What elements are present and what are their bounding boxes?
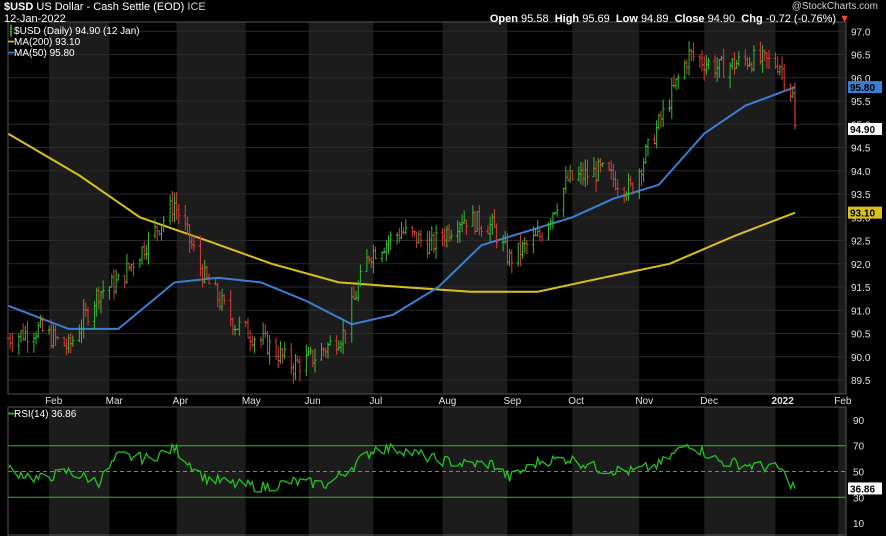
stock-chart: Feb Mar Apr May Jun Jul Aug Sep Oct Nov Dec 2022 Feb… <box>6 21 882 536</box>
high-label: High <box>554 13 580 25</box>
price-tag-label: 94.90 <box>850 125 875 136</box>
chart-title: $USD US Dollar - Cash Settle (EOD) ICE <box>4 1 206 13</box>
y-tick-label: 91.5 <box>851 283 871 294</box>
chg-value: -0.72 (-0.76%) <box>765 13 837 25</box>
y-tick-label: 94.0 <box>851 167 871 178</box>
x-tick-label: Jun <box>305 396 321 407</box>
legend-ma200: ━MA(200) 93.10 <box>8 37 140 48</box>
y-tick-label: 91.0 <box>851 306 871 317</box>
open-label: Open <box>489 13 518 25</box>
x-tick-label: May <box>242 396 261 407</box>
y-tick-label: 93.5 <box>851 190 871 201</box>
rsi-tick-label: 10 <box>853 519 865 530</box>
rsi-legend: ━RSI(14) 36.86 <box>8 409 76 420</box>
ohlc-readout: Open 95.58 High 95.69 Low 94.89 Close 94… <box>490 13 850 25</box>
price-tag-label: 93.10 <box>850 209 875 220</box>
month-bands <box>8 22 846 536</box>
x-tick-label: Jul <box>369 396 382 407</box>
x-tick-label: Feb <box>834 396 852 407</box>
x-tick-label: 2022 <box>772 396 795 407</box>
x-tick-label: Sep <box>503 396 521 407</box>
legend-ma200-label: MA(200) 93.10 <box>14 37 81 48</box>
exchange: ICE <box>187 1 206 13</box>
x-tick-label: Apr <box>173 396 189 407</box>
rsi-value-label: 36.86 <box>850 484 875 495</box>
low-label: Low <box>615 13 638 25</box>
legend-price: ┃$USD (Daily) 94.90 (12 Jan) <box>8 26 140 37</box>
x-tick-label: Aug <box>439 396 457 407</box>
down-arrow-icon: ▼ <box>839 13 850 25</box>
x-tick-label: Oct <box>568 396 584 407</box>
chg-label: Chg <box>741 13 763 25</box>
y-tick-label: 92.5 <box>851 237 871 248</box>
x-tick-label: Nov <box>635 396 653 407</box>
x-tick-label: Mar <box>106 396 124 407</box>
x-tick-label: Feb <box>45 396 63 407</box>
rsi-legend-label: RSI(14) 36.86 <box>14 409 77 420</box>
close-value: 94.90 <box>707 13 736 25</box>
y-tick-label: 97.0 <box>851 27 871 38</box>
y-tick-label: 94.5 <box>851 144 871 155</box>
close-label: Close <box>674 13 705 25</box>
open-value: 95.58 <box>521 13 549 25</box>
y-tick-label: 92.0 <box>851 260 871 271</box>
legend-ma50-label: MA(50) 95.80 <box>14 48 75 59</box>
rsi-tick-label: 90 <box>853 416 865 427</box>
watermark: @StockCharts.com <box>791 1 878 12</box>
y-tick-label: 96.5 <box>851 51 871 62</box>
y-tick-label: 95.5 <box>851 97 871 108</box>
chart-date: 12-Jan-2022 <box>4 13 66 25</box>
x-tick-label: Dec <box>700 396 718 407</box>
price-tag-label: 95.80 <box>850 83 875 94</box>
legend-ma50: ━MA(50) 95.80 <box>8 48 140 59</box>
symbol: $USD <box>4 1 34 13</box>
legend: ┃$USD (Daily) 94.90 (12 Jan) ━MA(200) 93… <box>8 26 140 59</box>
high-value: 95.69 <box>582 13 610 25</box>
y-tick-label: 90.0 <box>851 353 871 364</box>
rsi-tick-label: 50 <box>853 468 865 479</box>
low-value: 94.89 <box>640 13 669 25</box>
rsi-tick-label: 70 <box>853 442 865 453</box>
y-tick-label: 90.5 <box>851 330 871 341</box>
legend-price-label: $USD (Daily) 94.90 (12 Jan) <box>14 26 140 37</box>
y-tick-label: 89.5 <box>851 376 871 387</box>
instrument-name: US Dollar - Cash Settle (EOD) <box>36 1 185 13</box>
